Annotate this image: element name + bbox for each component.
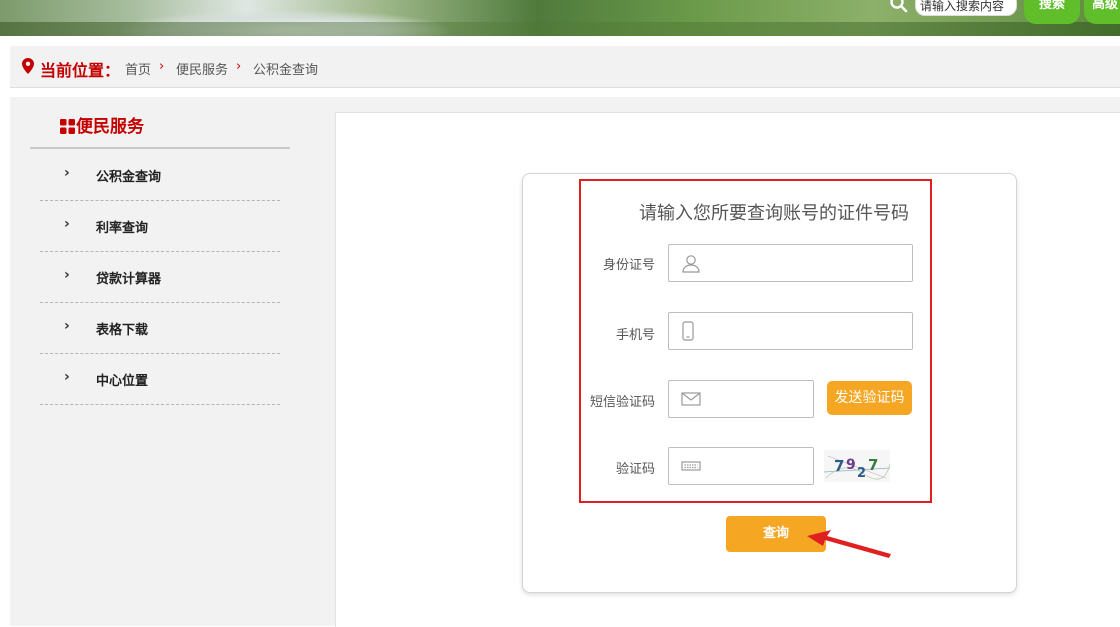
sidebar-item-label: 表格下载 bbox=[96, 323, 149, 338]
header-banner: 请输入搜索内容 搜索 高级 bbox=[0, 0, 1120, 36]
sidebar-item-label: 公积金查询 bbox=[96, 170, 162, 185]
sidebar-item-form-download[interactable]: › 表格下载 bbox=[40, 303, 280, 354]
advanced-search-button[interactable]: 高级 bbox=[1084, 0, 1120, 24]
form-title: 请输入您所要查询账号的证件号码 bbox=[639, 203, 909, 224]
user-icon bbox=[682, 255, 700, 273]
keyboard-icon bbox=[681, 461, 701, 471]
envelope-icon bbox=[681, 392, 701, 406]
id-number-input[interactable] bbox=[668, 244, 913, 282]
chevron-right-icon: › bbox=[64, 318, 70, 334]
captcha-char: 7 bbox=[868, 456, 878, 474]
sidebar-item-center-location[interactable]: › 中心位置 bbox=[40, 354, 280, 405]
site-search-input[interactable]: 请输入搜索内容 bbox=[915, 0, 1017, 16]
sidebar-item-housing-fund[interactable]: › 公积金查询 bbox=[40, 150, 280, 201]
breadcrumb-title: 当前位置： bbox=[40, 61, 121, 80]
breadcrumb-home[interactable]: 首页 bbox=[125, 59, 151, 78]
send-sms-code-button[interactable]: 发送验证码 bbox=[827, 381, 912, 415]
breadcrumb-service[interactable]: 便民服务 bbox=[176, 59, 228, 78]
grid-icon bbox=[60, 119, 75, 134]
sidebar-item-label: 利率查询 bbox=[96, 221, 149, 236]
captcha-image[interactable]: 7 9 2 7 bbox=[824, 450, 890, 482]
annotation-arrow-icon bbox=[807, 530, 891, 558]
sidebar-item-interest-rate[interactable]: › 利率查询 bbox=[40, 201, 280, 252]
sidebar-item-label: 中心位置 bbox=[96, 374, 149, 389]
phone-label: 手机号 bbox=[615, 328, 655, 343]
captcha-char: 9 bbox=[846, 457, 856, 473]
search-button[interactable]: 搜索 bbox=[1024, 0, 1080, 24]
captcha-char: 2 bbox=[857, 466, 866, 481]
location-pin-icon bbox=[22, 58, 34, 74]
captcha-input[interactable] bbox=[668, 447, 814, 485]
breadcrumb: 当前位置： 首页 › 便民服务 › 公积金查询 bbox=[10, 46, 1120, 88]
chevron-right-icon: › bbox=[64, 216, 70, 232]
sidebar-item-label: 贷款计算器 bbox=[96, 272, 162, 287]
chevron-right-icon: › bbox=[159, 59, 165, 74]
captcha-label: 验证码 bbox=[615, 462, 655, 477]
captcha-char: 7 bbox=[834, 457, 844, 475]
sidebar-heading: 便民服务 bbox=[60, 112, 144, 137]
chevron-right-icon: › bbox=[64, 369, 70, 385]
id-number-label: 身份证号 bbox=[602, 258, 655, 273]
chevron-right-icon: › bbox=[64, 165, 70, 181]
search-icon[interactable] bbox=[889, 0, 909, 14]
breadcrumb-current: 公积金查询 bbox=[253, 63, 319, 78]
phone-input[interactable] bbox=[668, 312, 913, 350]
mobile-phone-icon bbox=[682, 321, 694, 341]
sidebar-heading-label: 便民服务 bbox=[76, 117, 144, 137]
sidebar-divider bbox=[30, 147, 290, 149]
sms-code-input[interactable] bbox=[668, 380, 814, 418]
chevron-right-icon: › bbox=[236, 59, 242, 74]
sms-code-label: 短信验证码 bbox=[589, 395, 655, 410]
captcha-graphic: 7 9 2 7 bbox=[824, 455, 890, 481]
sidebar-item-loan-calculator[interactable]: › 贷款计算器 bbox=[40, 252, 280, 303]
chevron-right-icon: › bbox=[64, 267, 70, 283]
